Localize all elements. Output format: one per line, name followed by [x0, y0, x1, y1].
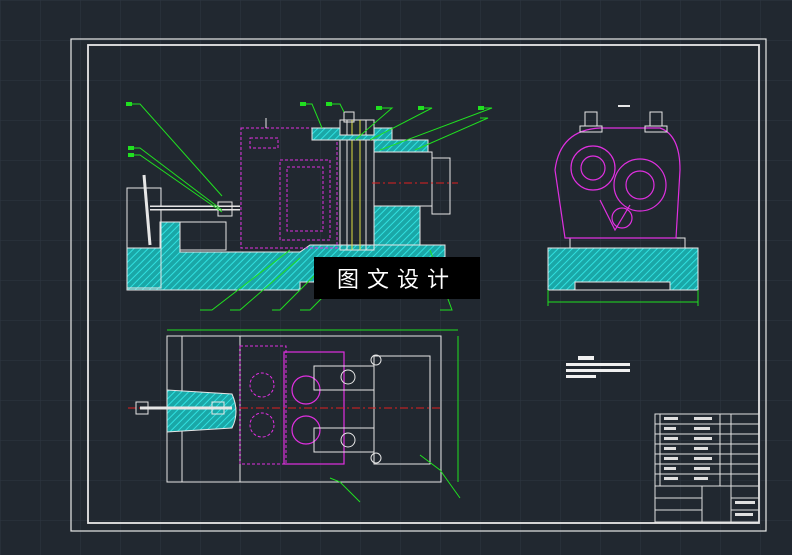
top-clamp-jaw [166, 389, 237, 433]
watermark-label: 图文设计 [314, 257, 480, 299]
